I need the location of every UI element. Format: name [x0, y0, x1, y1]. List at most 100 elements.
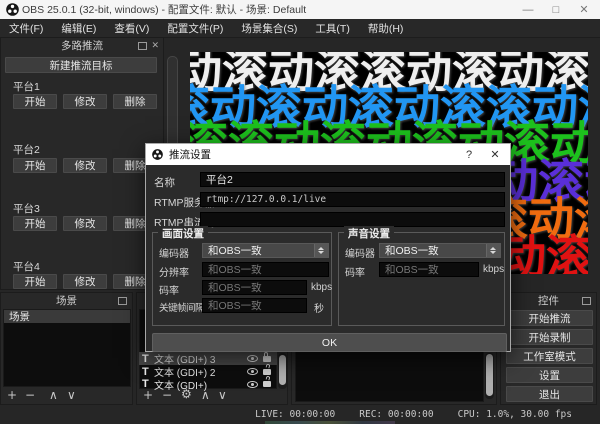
add-scene-icon[interactable]: +: [7, 388, 17, 402]
video-encoder-value: 和OBS一致: [208, 243, 314, 258]
platform-4-modify-button[interactable]: 修改: [63, 274, 107, 289]
audio-settings-group: 声音设置 编码器 和OBS一致 码率 kbps: [338, 232, 505, 326]
scenes-panel: 场景 场景 + − ∧ ∨: [0, 292, 133, 405]
menu-edit[interactable]: 编辑(E): [52, 19, 105, 37]
video-bitrate-unit: kbps: [311, 282, 332, 293]
multistream-dock-title: 多路推流 ✕: [1, 38, 163, 53]
multistream-dock-title-label: 多路推流: [61, 38, 103, 53]
menu-file[interactable]: 文件(F): [0, 19, 52, 37]
video-bitrate-label: 码率: [159, 282, 179, 297]
dock-float-icon[interactable]: [138, 42, 147, 50]
rtmp-server-field[interactable]: [200, 192, 505, 207]
unlock-icon[interactable]: [263, 381, 271, 387]
video-settings-group: 画面设置 编码器 和OBS一致 分辨率 码率 kbps 关键帧间隔 秒: [152, 232, 332, 326]
mixer-scrollbar[interactable]: [485, 353, 494, 399]
scenes-panel-title: 场景: [1, 293, 132, 308]
platform-3-modify-button[interactable]: 修改: [63, 216, 107, 231]
visibility-eye-icon[interactable]: [247, 355, 258, 362]
scenes-list: 场景: [3, 309, 131, 387]
dock-close-icon[interactable]: ✕: [151, 42, 159, 48]
dropdown-arrows-icon: [314, 244, 328, 257]
new-stream-target-button[interactable]: 新建推流目标: [5, 57, 157, 73]
move-scene-up-icon[interactable]: ∧: [49, 388, 58, 402]
dialog-close-icon[interactable]: ✕: [482, 144, 508, 165]
audio-encoder-dropdown[interactable]: 和OBS一致: [379, 243, 501, 258]
source-label: 文本 (GDI+): [154, 377, 247, 392]
minimize-button[interactable]: —: [514, 0, 542, 19]
ok-button[interactable]: OK: [152, 333, 507, 352]
video-encoder-label: 编码器: [159, 245, 189, 260]
obs-logo-icon: [6, 3, 19, 16]
start-streaming-button[interactable]: 开始推流: [506, 310, 593, 326]
platform-2-start-button[interactable]: 开始: [13, 158, 57, 173]
name-label: 名称: [154, 175, 175, 190]
obs-logo-icon: [152, 149, 163, 160]
video-bitrate-field[interactable]: [202, 280, 307, 295]
dialog-help-button[interactable]: ?: [456, 144, 482, 165]
settings-button[interactable]: 设置: [506, 367, 593, 383]
platform-2-label: 平台2: [13, 142, 40, 157]
audio-bitrate-label: 码率: [345, 264, 365, 279]
audio-bitrate-unit: kbps: [483, 264, 504, 275]
name-field[interactable]: [200, 172, 505, 187]
keyframe-unit: 秒: [314, 300, 324, 315]
platform-3-start-button[interactable]: 开始: [13, 216, 57, 231]
rtmp-key-field[interactable]: [200, 212, 505, 227]
platform-1-label: 平台1: [13, 79, 40, 94]
dialog-title: 推流设置: [169, 147, 211, 162]
maximize-button[interactable]: □: [542, 0, 570, 19]
source-row[interactable]: T 文本 (GDI+): [139, 378, 277, 390]
video-encoder-dropdown[interactable]: 和OBS一致: [202, 243, 329, 258]
text-source-icon: T: [142, 378, 154, 390]
controls-panel: 控件 开始推流 开始录制 工作室模式 设置 退出: [500, 292, 597, 405]
move-scene-down-icon[interactable]: ∨: [67, 388, 76, 402]
rec-time: REC: 00:00:00: [359, 409, 433, 420]
audio-encoder-value: 和OBS一致: [385, 243, 486, 258]
scenes-panel-title-label: 场景: [56, 293, 77, 308]
dock-float-icon[interactable]: [582, 297, 591, 305]
close-button[interactable]: ✕: [570, 0, 598, 19]
audio-encoder-label: 编码器: [345, 245, 375, 260]
video-group-title: 画面设置: [158, 226, 208, 241]
audio-bitrate-field[interactable]: [379, 262, 479, 277]
menu-help[interactable]: 帮助(H): [359, 19, 413, 37]
remove-scene-icon[interactable]: −: [25, 388, 35, 402]
cpu-usage: CPU: 1.0%, 30.00 fps: [458, 409, 572, 420]
keyframe-field[interactable]: [202, 298, 307, 313]
dock-float-icon[interactable]: [118, 297, 127, 305]
audio-group-title: 声音设置: [344, 226, 394, 241]
platform-2-modify-button[interactable]: 修改: [63, 158, 107, 173]
visibility-eye-icon[interactable]: [247, 368, 258, 375]
obs-window: OBS 25.0.1 (32-bit, windows) - 配置文件: 默认 …: [0, 0, 600, 424]
visibility-eye-icon[interactable]: [247, 381, 258, 388]
keyframe-label: 关键帧间隔: [159, 300, 204, 314]
menu-profile[interactable]: 配置文件(P): [158, 19, 232, 37]
scene-list-item[interactable]: 场景: [4, 310, 130, 323]
start-recording-button[interactable]: 开始录制: [506, 329, 593, 345]
platform-1-modify-button[interactable]: 修改: [63, 94, 107, 109]
dropdown-arrows-icon: [486, 244, 500, 257]
stream-settings-dialog: 推流设置 ? ✕ 名称 RTMP服务器 RTMP串流码 画面设置 编码器 和OB…: [145, 143, 511, 352]
menu-view[interactable]: 查看(V): [105, 19, 158, 37]
resolution-field[interactable]: [202, 262, 329, 277]
add-source-icon[interactable]: +: [143, 388, 153, 402]
live-time: LIVE: 00:00:00: [255, 409, 335, 420]
resolution-label: 分辨率: [159, 264, 189, 279]
platform-1-start-button[interactable]: 开始: [13, 94, 57, 109]
platform-4-start-button[interactable]: 开始: [13, 274, 57, 289]
platform-3-label: 平台3: [13, 201, 40, 216]
text-source-icon: T: [142, 353, 154, 365]
controls-panel-title: 控件: [501, 293, 596, 308]
platform-4-label: 平台4: [13, 259, 40, 274]
menu-scene-collection[interactable]: 场景集合(S): [232, 19, 306, 37]
lock-icon[interactable]: [263, 356, 271, 362]
exit-button[interactable]: 退出: [506, 386, 593, 402]
studio-mode-button[interactable]: 工作室模式: [506, 348, 593, 364]
sources-scrollbar[interactable]: [278, 353, 287, 389]
window-title: OBS 25.0.1 (32-bit, windows) - 配置文件: 默认 …: [22, 2, 306, 17]
menu-tools[interactable]: 工具(T): [306, 19, 358, 37]
unlock-icon[interactable]: [263, 369, 271, 375]
menu-bar: 文件(F) 编辑(E) 查看(V) 配置文件(P) 场景集合(S) 工具(T) …: [0, 19, 600, 38]
platform-1-delete-button[interactable]: 删除: [113, 94, 157, 109]
controls-panel-title-label: 控件: [538, 293, 559, 308]
